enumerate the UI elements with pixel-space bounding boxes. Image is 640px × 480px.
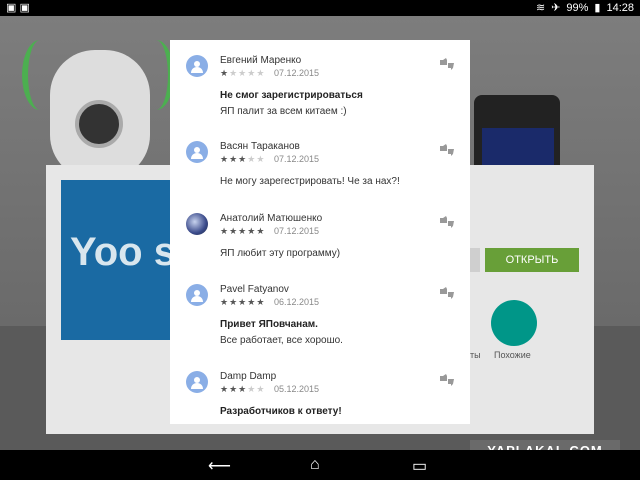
thumbs-icon[interactable] xyxy=(440,57,454,70)
star-icon: ★ xyxy=(256,154,266,164)
review-item: Pavel Fatyanov ★★★★★ 06.12.2015 Привет ЯПов… xyxy=(170,283,470,363)
star-icon: ★ xyxy=(247,226,257,236)
status-icons-right: ≋ ✈ 99% ▮ 14:28 xyxy=(535,1,634,15)
back-icon[interactable]: ⟵ xyxy=(208,456,231,476)
star-icon: ★ xyxy=(229,226,239,236)
reviewer-name: Damp Damp xyxy=(220,371,277,382)
star-icon: ★ xyxy=(247,68,257,78)
airplane-icon: ✈ xyxy=(551,2,561,14)
open-button[interactable]: ОТКРЫТЬ xyxy=(485,248,579,272)
clock: 14:28 xyxy=(606,1,634,14)
battery-icon: ▮ xyxy=(594,2,601,14)
uninstall-button[interactable] xyxy=(470,248,480,272)
review-item: Евгений Маренко ★★★★★ 07.12.2015 Не смог за… xyxy=(170,54,470,134)
other-label: ты xyxy=(470,350,481,360)
rating-stars: ★★★★★ xyxy=(220,154,265,165)
star-icon: ★ xyxy=(256,384,266,394)
star-icon: ★ xyxy=(238,154,248,164)
navigation-bar: ⟵ ⌂ ▭ xyxy=(0,450,640,480)
star-icon: ★ xyxy=(256,297,266,307)
avatar xyxy=(186,141,208,163)
camera-lens-icon xyxy=(75,100,123,148)
star-icon: ★ xyxy=(238,68,248,78)
avatar xyxy=(186,371,208,393)
rating-stars: ★★★★★ xyxy=(220,226,265,237)
star-icon: ★ xyxy=(238,226,248,236)
star-icon: ★ xyxy=(220,384,230,394)
rating-stars: ★★★★★ xyxy=(220,297,265,308)
star-icon: ★ xyxy=(229,297,239,307)
review-title: Не смог зарегистрироваться xyxy=(220,90,363,101)
thumbs-icon[interactable] xyxy=(440,373,454,386)
status-icons-left: ▣ ▣ xyxy=(6,2,30,14)
star-icon: ★ xyxy=(256,68,266,78)
review-date: 07.12.2015 xyxy=(274,226,320,236)
review-title: Привет ЯПовчанам. xyxy=(220,319,318,330)
review-title: Разработчиков к ответу! xyxy=(220,406,342,417)
home-icon[interactable]: ⌂ xyxy=(310,456,320,474)
recents-icon[interactable]: ▭ xyxy=(412,456,427,476)
reviewer-name: Евгений Маренко xyxy=(220,55,302,66)
review-item: Васян Тараканов ★★★★★ 07.12.2015 Не могу за… xyxy=(170,140,470,220)
similar-apps-icon[interactable] xyxy=(491,300,537,346)
star-icon: ★ xyxy=(220,226,230,236)
star-icon: ★ xyxy=(238,297,248,307)
review-date: 07.12.2015 xyxy=(274,154,320,164)
thumbs-icon[interactable] xyxy=(440,215,454,228)
review-date: 05.12.2015 xyxy=(274,384,320,394)
avatar xyxy=(186,213,208,235)
review-date: 06.12.2015 xyxy=(274,297,320,307)
rating-stars: ★★★★★ xyxy=(220,68,265,79)
thumbs-icon[interactable] xyxy=(440,143,454,156)
reviewer-name: Анатолий Матюшенко xyxy=(220,213,323,224)
review-body: ЯП палит за всем китаем :) xyxy=(220,106,347,117)
star-icon: ★ xyxy=(247,384,257,394)
star-icon: ★ xyxy=(247,297,257,307)
star-icon: ★ xyxy=(229,68,239,78)
review-body: Все работает, все хорошо. xyxy=(220,335,343,346)
avatar xyxy=(186,284,208,306)
review-item: Damp Damp ★★★★★ 05.12.2015 Разработчиков к … xyxy=(170,370,470,424)
review-body: ЯП любит эту программу) xyxy=(220,248,341,259)
star-icon: ★ xyxy=(238,384,248,394)
reviewer-name: Pavel Fatyanov xyxy=(220,284,289,295)
star-icon: ★ xyxy=(220,68,230,78)
rating-stars: ★★★★★ xyxy=(220,384,265,395)
reviews-dialog: Евгений Маренко ★★★★★ 07.12.2015 Не смог за… xyxy=(170,40,470,424)
status-bar: ▣ ▣ ≋ ✈ 99% ▮ 14:28 xyxy=(0,0,640,16)
similar-apps-label: Похожие xyxy=(494,350,531,360)
star-icon: ★ xyxy=(256,226,266,236)
review-item: Анатолий Матюшенко ★★★★★ 07.12.2015 ЯП люби… xyxy=(170,212,470,292)
star-icon: ★ xyxy=(229,384,239,394)
star-icon: ★ xyxy=(247,154,257,164)
battery-level: 99% xyxy=(566,1,589,14)
review-date: 07.12.2015 xyxy=(274,68,320,78)
star-icon: ★ xyxy=(220,297,230,307)
star-icon: ★ xyxy=(229,154,239,164)
wifi-icon: ≋ xyxy=(535,2,546,14)
thumbs-icon[interactable] xyxy=(440,286,454,299)
review-body: Не могу зарегестрировать! Че за нах?! xyxy=(220,176,400,187)
star-icon: ★ xyxy=(220,154,230,164)
avatar xyxy=(186,55,208,77)
reviewer-name: Васян Тараканов xyxy=(220,141,300,152)
